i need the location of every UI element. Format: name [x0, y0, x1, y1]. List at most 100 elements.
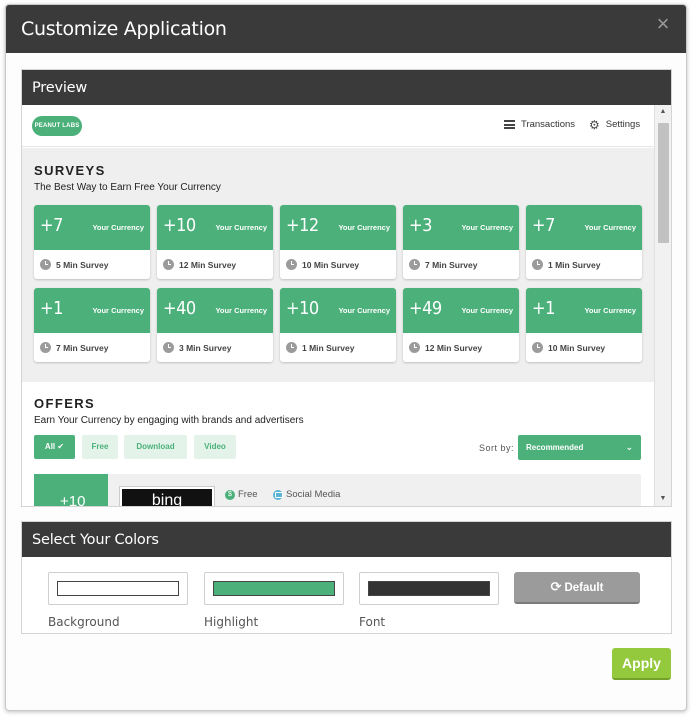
survey-card[interactable]: +40 Your Currency 3 Min Survey — [157, 288, 273, 362]
survey-amount: +49 — [409, 298, 442, 319]
offer-tag-free: $ Free — [225, 489, 258, 500]
offer-amount: +10 — [34, 474, 108, 506]
survey-amount: +3 — [409, 215, 432, 236]
dollar-icon: $ — [225, 489, 235, 500]
clock-icon — [286, 342, 297, 353]
chevron-down-icon: ⌄ — [625, 442, 633, 452]
close-icon[interactable]: × — [654, 13, 672, 35]
default-button-label: Default — [564, 582, 604, 594]
survey-card[interactable]: +3 Your Currency 7 Min Survey — [403, 205, 519, 279]
dialog-title: Customize Application — [21, 18, 227, 40]
survey-duration: 5 Min Survey — [56, 259, 109, 270]
offers-subtitle: Earn Your Currency by engaging with bran… — [34, 415, 304, 426]
refresh-icon: ⟳ — [550, 579, 562, 594]
clock-icon — [40, 259, 51, 270]
surveys-title: SURVEYS — [34, 163, 106, 178]
font-color-swatch — [368, 581, 490, 596]
app-top-bar: PEANUT LABS Transactions ⚙ Settings — [22, 105, 654, 147]
default-button[interactable]: ⟳ Default — [514, 572, 640, 604]
survey-card[interactable]: +10 Your Currency 1 Min Survey — [280, 288, 396, 362]
survey-currency: Your Currency — [461, 223, 513, 232]
preview-frame: PEANUT LABS Transactions ⚙ Settings SURV… — [22, 105, 671, 506]
background-color-swatch — [57, 581, 179, 596]
clock-icon — [40, 342, 51, 353]
survey-duration: 7 Min Survey — [56, 342, 109, 353]
preview-scrollbar[interactable]: ▲ ▼ — [654, 105, 671, 506]
survey-amount: +40 — [163, 298, 196, 319]
survey-currency: Your Currency — [338, 223, 390, 232]
scroll-down-icon[interactable]: ▼ — [655, 492, 671, 506]
survey-duration: 3 Min Survey — [179, 342, 232, 353]
surveys-section: SURVEYS The Best Way to Earn Free Your C… — [22, 148, 654, 382]
survey-amount: +10 — [286, 298, 319, 319]
survey-amount: +12 — [286, 215, 319, 236]
clock-icon — [532, 342, 543, 353]
survey-card[interactable]: +7 Your Currency 1 Min Survey — [526, 205, 642, 279]
survey-duration: 7 Min Survey — [425, 259, 478, 270]
clock-icon — [532, 259, 543, 270]
highlight-color-picker[interactable] — [204, 572, 344, 605]
filter-download-button[interactable]: Download — [124, 435, 187, 459]
apply-button[interactable]: Apply — [612, 648, 671, 680]
survey-duration: 12 Min Survey — [425, 342, 483, 353]
survey-duration: 10 Min Survey — [302, 259, 360, 270]
dialog-header: Customize Application × — [6, 5, 686, 53]
survey-currency: Your Currency — [92, 306, 144, 315]
survey-card[interactable]: +12 Your Currency 10 Min Survey — [280, 205, 396, 279]
highlight-label: Highlight — [204, 615, 259, 629]
survey-amount: +7 — [532, 215, 555, 236]
settings-label: Settings — [605, 119, 641, 130]
transactions-label: Transactions — [521, 119, 576, 130]
clock-icon — [163, 342, 174, 353]
background-color-picker[interactable] — [48, 572, 188, 605]
survey-currency: Your Currency — [215, 223, 267, 232]
clock-icon — [286, 259, 297, 270]
survey-currency: Your Currency — [92, 223, 144, 232]
offer-tag-label: Free — [238, 489, 258, 500]
filter-all-button[interactable]: All ✔ — [34, 435, 75, 459]
survey-card[interactable]: +1 Your Currency 10 Min Survey — [526, 288, 642, 362]
clock-icon — [409, 342, 420, 353]
preview-panel: Preview PEANUT LABS Transactions ⚙ Setti… — [21, 69, 672, 507]
survey-card[interactable]: +49 Your Currency 12 Min Survey — [403, 288, 519, 362]
social-media-icon — [273, 489, 283, 500]
offers-section: OFFERS Earn Your Currency by engaging wi… — [22, 382, 654, 506]
filter-free-button[interactable]: Free — [82, 435, 118, 459]
filter-video-button[interactable]: Video — [194, 435, 236, 459]
offer-logo: bing — [120, 487, 214, 506]
select-colors-panel: Select Your Colors Background Highlight … — [21, 521, 672, 634]
settings-link[interactable]: ⚙ Settings — [589, 117, 641, 132]
clock-icon — [163, 259, 174, 270]
font-color-picker[interactable] — [359, 572, 499, 605]
surveys-subtitle: The Best Way to Earn Free Your Currency — [34, 182, 221, 193]
survey-duration: 1 Min Survey — [302, 342, 355, 353]
colors-header: Select Your Colors — [22, 522, 671, 557]
scroll-up-icon[interactable]: ▲ — [655, 105, 671, 119]
survey-card[interactable]: +7 Your Currency 5 Min Survey — [34, 205, 150, 279]
survey-duration: 10 Min Survey — [548, 342, 606, 353]
font-label: Font — [359, 615, 386, 629]
survey-amount: +7 — [40, 215, 63, 236]
scroll-thumb[interactable] — [658, 123, 669, 243]
survey-card[interactable]: +10 Your Currency 12 Min Survey — [157, 205, 273, 279]
survey-currency: Your Currency — [461, 306, 513, 315]
survey-amount: +10 — [163, 215, 196, 236]
preview-header: Preview — [22, 70, 671, 105]
survey-amount: +1 — [40, 298, 63, 319]
sort-select[interactable]: Recommended ⌄ — [518, 435, 641, 460]
survey-duration: 12 Min Survey — [179, 259, 237, 270]
sort-select-value: Recommended — [526, 443, 584, 452]
survey-currency: Your Currency — [584, 306, 636, 315]
customize-application-dialog: Customize Application × Preview PEANUT L… — [5, 4, 687, 711]
survey-currency: Your Currency — [584, 223, 636, 232]
survey-currency: Your Currency — [338, 306, 390, 315]
survey-amount: +1 — [532, 298, 555, 319]
survey-card[interactable]: +1 Your Currency 7 Min Survey — [34, 288, 150, 362]
transactions-link[interactable]: Transactions — [504, 119, 575, 130]
survey-currency: Your Currency — [215, 306, 267, 315]
offer-item[interactable]: +10 bing $ Free Social Media — [34, 474, 641, 506]
peanut-labs-logo: PEANUT LABS — [32, 116, 82, 136]
gear-icon: ⚙ — [589, 117, 600, 132]
clock-icon — [409, 259, 420, 270]
survey-duration: 1 Min Survey — [548, 259, 601, 270]
